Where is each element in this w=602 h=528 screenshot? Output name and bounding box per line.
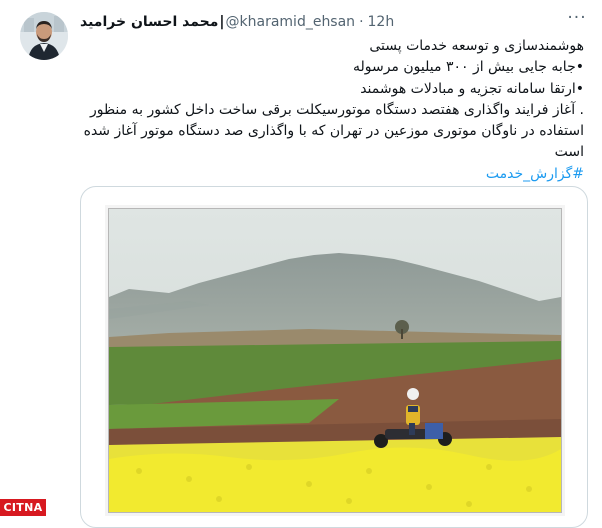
- tweet-line: •جابه جایی بیش از ۳۰۰ میلیون مرسوله: [352, 59, 584, 76]
- tweet-header: محمد احسان خرامید | @kharamid_ehsan · 12…: [80, 12, 560, 32]
- avatar[interactable]: [20, 12, 68, 60]
- tweet-time[interactable]: 12h: [368, 14, 395, 30]
- tweet-line: هوشمندسازی و توسعه خدمات پستی: [369, 38, 584, 54]
- tweet-text: هوشمندسازی و توسعه خدمات پستی •جابه جایی…: [80, 36, 584, 185]
- author-handle[interactable]: @kharamid_ehsan: [226, 14, 356, 30]
- media-card[interactable]: [80, 186, 588, 528]
- name-separator: |: [219, 14, 225, 30]
- tweet[interactable]: محمد احسان خرامید | @kharamid_ehsan · 12…: [0, 0, 602, 528]
- tweet-line: •ارتقا سامانه تجزیه و مبادلات هوشمند: [360, 80, 584, 97]
- header-dot: ·: [359, 14, 364, 30]
- site-logo: CITNA: [0, 499, 46, 516]
- hashtag-link[interactable]: #گزارش_خدمت: [486, 166, 584, 182]
- more-icon[interactable]: ···: [562, 8, 592, 32]
- author-name[interactable]: محمد احسان خرامید: [80, 14, 218, 30]
- tweet-photo[interactable]: [108, 208, 562, 513]
- tweet-line: . آغاز فرایند واگذاری هفتصد دستگاه موتور…: [83, 101, 584, 161]
